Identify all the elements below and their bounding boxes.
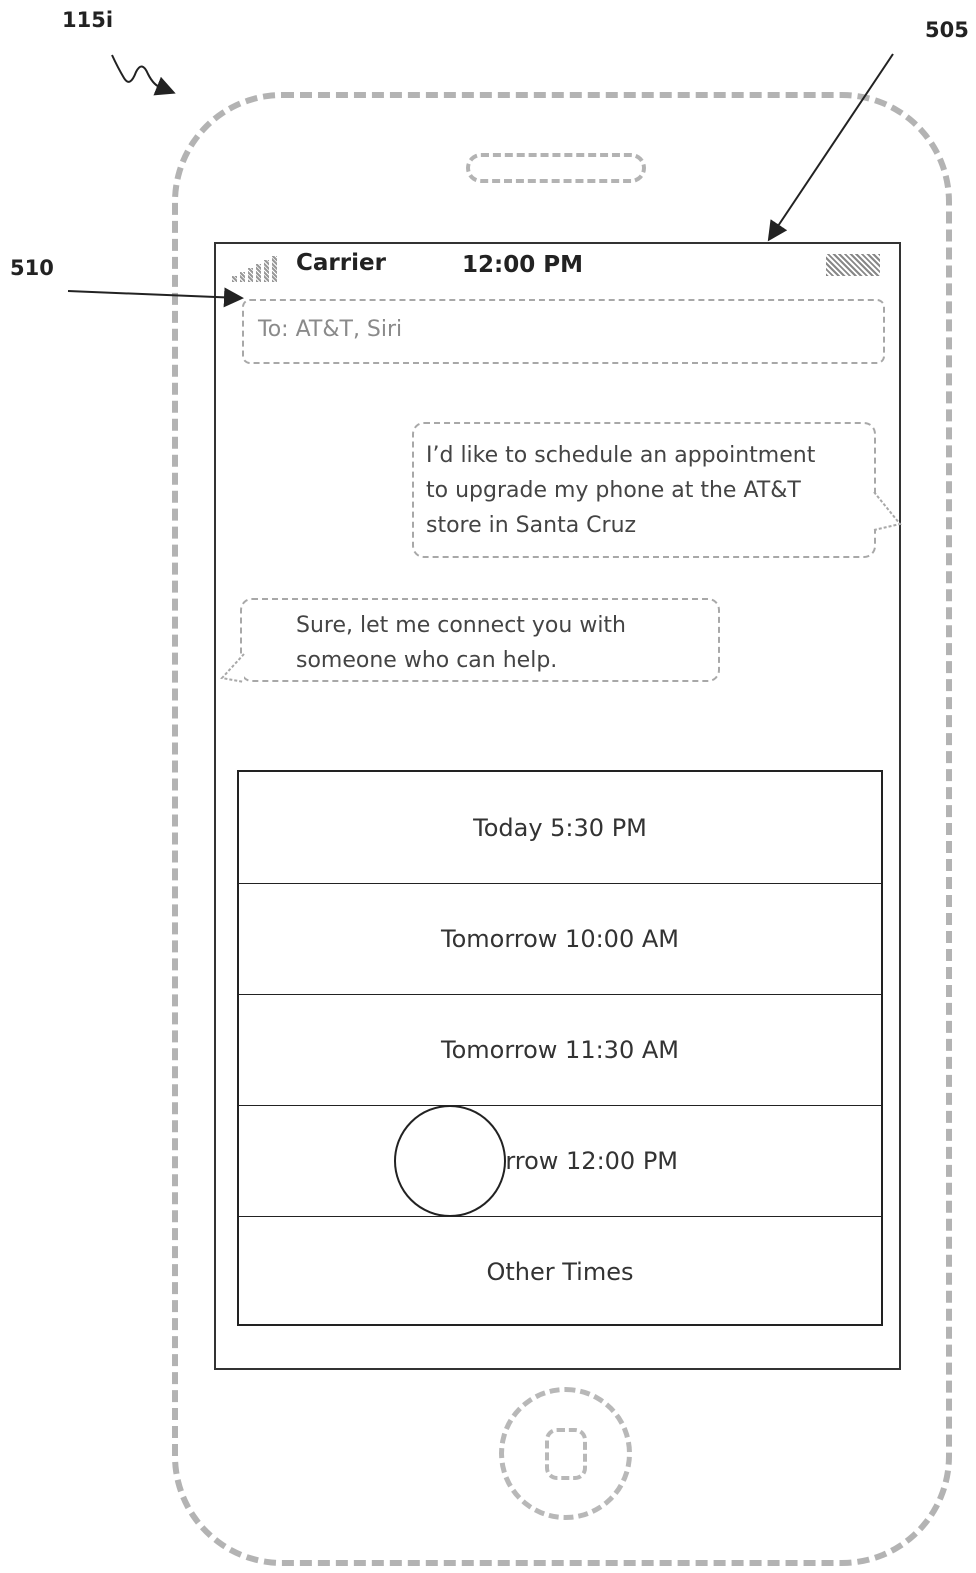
device-leader-squiggle: [111, 54, 163, 89]
leader-lines: [67, 53, 894, 308]
device-leader-arrow: [153, 76, 176, 96]
to-field-leader-line: [67, 287, 244, 308]
screen-leader-line: [767, 53, 894, 242]
